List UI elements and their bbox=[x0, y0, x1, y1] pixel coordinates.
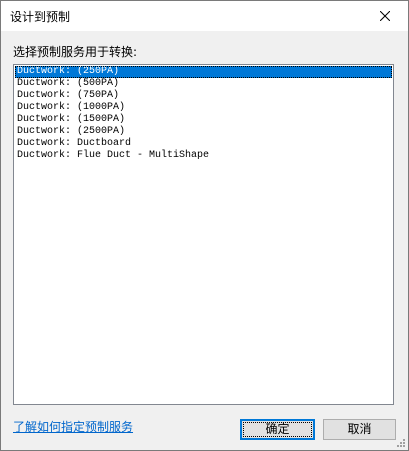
cancel-button[interactable]: 取消 bbox=[323, 419, 396, 440]
service-prompt-label: 选择预制服务用于转换: bbox=[13, 45, 138, 59]
cancel-button-label: 取消 bbox=[347, 422, 372, 436]
close-button[interactable] bbox=[362, 1, 408, 31]
title-bar[interactable]: 设计到预制 bbox=[1, 1, 408, 31]
ok-button[interactable]: 确定 bbox=[240, 419, 315, 440]
list-item[interactable]: Ductwork: (1000PA) bbox=[15, 102, 392, 114]
service-listbox[interactable]: Ductwork: (250PA) Ductwork: (500PA) Duct… bbox=[13, 64, 394, 405]
list-item[interactable]: Ductwork: (750PA) bbox=[15, 90, 392, 102]
list-item[interactable]: Ductwork: Ductboard bbox=[15, 138, 392, 150]
resize-grip-icon[interactable] bbox=[394, 436, 406, 448]
help-link[interactable]: 了解如何指定预制服务 bbox=[13, 418, 133, 435]
list-item[interactable]: Ductwork: (250PA) bbox=[15, 66, 392, 78]
list-item[interactable]: Ductwork: Flue Duct - MultiShape bbox=[15, 150, 392, 162]
fabrication-dialog: 设计到预制 选择预制服务用于转换: Ductwork: (250PA) Duct… bbox=[0, 0, 409, 451]
list-item[interactable]: Ductwork: (1500PA) bbox=[15, 114, 392, 126]
list-item[interactable]: Ductwork: (500PA) bbox=[15, 78, 392, 90]
close-icon bbox=[380, 11, 390, 21]
window-title: 设计到预制 bbox=[10, 10, 71, 24]
ok-button-label: 确定 bbox=[265, 422, 290, 436]
list-item[interactable]: Ductwork: (2500PA) bbox=[15, 126, 392, 138]
